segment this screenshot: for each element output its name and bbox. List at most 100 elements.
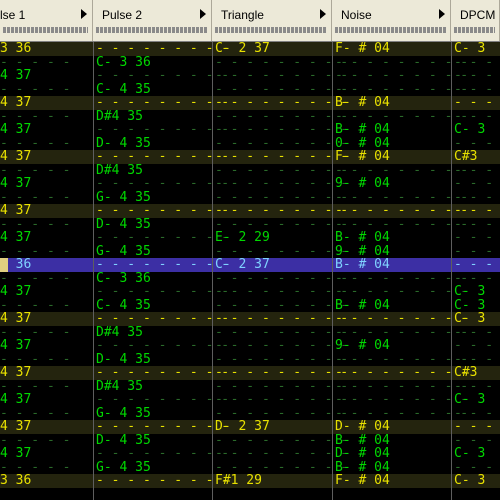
pattern-cell[interactable]: 4 37 <box>0 366 31 380</box>
pattern-row[interactable]: - - - - - G- 4 35 - - - - - - - - -9- # 04… <box>0 244 500 259</box>
pattern-cell[interactable]: - - - - - - - - - <box>335 285 468 299</box>
pattern-cell[interactable]: - - - - - <box>0 298 70 313</box>
pattern-cell[interactable]: - - - - - - - - - <box>215 96 348 110</box>
pattern-cell[interactable]: D#4 35 <box>96 379 143 394</box>
pattern-cell[interactable]: - - - - - - - - - <box>215 460 348 475</box>
pattern-cell[interactable]: - - - - - - - - - <box>215 325 348 340</box>
pattern-cell[interactable]: - - - - - - - - - <box>215 393 348 407</box>
pattern-cell[interactable]: 9- # 04 <box>335 339 390 353</box>
pattern-cell[interactable]: 4 37 <box>0 339 31 353</box>
pattern-cell[interactable]: - - - - - <box>0 244 70 259</box>
expand-arrow-icon[interactable] <box>81 9 87 19</box>
pattern-cell[interactable]: - - - - - <box>0 271 70 286</box>
pattern-cell[interactable]: - - - - <box>454 339 500 353</box>
pattern-row[interactable]: - - - - - D#4 35 - - - - - - - - -- - - - … <box>0 163 500 178</box>
pattern-cell[interactable]: - - - - - - - - - <box>96 204 229 218</box>
pattern-cell[interactable]: G- 4 35 <box>96 406 151 421</box>
pattern-cell[interactable]: C- 2 37 <box>215 42 270 56</box>
pattern-cell[interactable]: - - - - <box>454 258 500 272</box>
pattern-cell[interactable]: C- 3 <box>454 123 485 137</box>
pattern-row[interactable]: 4 37- - - - - - - - -- - - - - - - - -9-… <box>0 339 500 353</box>
pattern-cell[interactable]: - - - - - <box>0 217 70 232</box>
pattern-cell[interactable]: - - - - - - - - - <box>335 366 468 380</box>
pattern-cell[interactable]: D- 4 35 <box>96 352 151 367</box>
pattern-row[interactable]: - - - - - G- 4 35- - - - - - - - -- - - -… <box>0 406 500 421</box>
pattern-cell[interactable]: B- # 04 <box>335 96 390 110</box>
pattern-cell[interactable]: - - - - - - - - - <box>215 150 348 164</box>
pattern-cell[interactable]: D#4 35 <box>96 325 143 340</box>
pattern-cell[interactable]: - - - - - - - - - <box>335 163 468 178</box>
pattern-row[interactable]: 4 37- - - - - - - - -- - - - - - - - - B-… <box>0 123 500 137</box>
expand-arrow-icon[interactable] <box>320 9 326 19</box>
pattern-row[interactable]: 4 37 - - - - - - - - - D- 2 37 D- # 04 - - -… <box>0 420 500 434</box>
pattern-cell[interactable]: - - - - - - - - - <box>215 406 348 421</box>
channel-header-4[interactable]: DPCM <box>451 0 500 41</box>
pattern-row[interactable]: - - - - - D#4 35 - - - - - - - - -- - - - … <box>0 325 500 340</box>
pattern-row[interactable]: 4 37- - - - - - - - -- - - - - - - - -- … <box>0 366 500 380</box>
pattern-cell[interactable]: - - - - - - - - - <box>96 177 229 191</box>
pattern-cell[interactable]: C- 2 37 <box>215 258 270 272</box>
pattern-row[interactable]: 3 36 - - - - - - - - - F#1 29 F- # 04 C- 3 <box>0 474 500 488</box>
pattern-cell[interactable]: 4 37 <box>0 69 31 83</box>
pattern-cell[interactable]: - - - - <box>454 82 500 97</box>
pattern-cell[interactable]: - - - - <box>454 406 500 421</box>
pattern-cell[interactable]: - - - - - - - - - <box>335 379 468 394</box>
pattern-cell[interactable]: - - - - <box>454 190 500 205</box>
pattern-cell[interactable]: 9- # 04 <box>335 244 390 259</box>
pattern-cell[interactable]: - - - - <box>454 96 500 110</box>
channel-header-0[interactable]: lse 1 <box>0 0 93 41</box>
pattern-cell[interactable]: - - - - - - - - - <box>215 123 348 137</box>
pattern-cell[interactable]: - - - - - - - - - <box>215 204 348 218</box>
pattern-cell[interactable]: F#1 29 <box>215 474 262 488</box>
pattern-cell[interactable]: - - - - <box>454 271 500 286</box>
pattern-cell[interactable]: D#4 35 <box>96 163 143 178</box>
pattern-cell[interactable]: - - - - - - - - - <box>335 69 468 83</box>
pattern-cell[interactable]: - - - - - - - - - <box>96 339 229 353</box>
pattern-cell[interactable]: - - - - - <box>0 55 70 70</box>
pattern-cell[interactable]: D- 4 35 <box>96 136 151 151</box>
pattern-cell[interactable]: - - - - <box>454 433 500 448</box>
pattern-cell[interactable]: E- 2 29 <box>215 231 270 245</box>
pattern-cell[interactable]: - - - - - - - - - <box>96 312 229 326</box>
pattern-cell[interactable]: - - - - - - - - - <box>215 312 348 326</box>
pattern-cell[interactable]: 4 37 <box>0 420 31 434</box>
pattern-cell[interactable]: - - - - - - - - - <box>215 379 348 394</box>
pattern-cell[interactable]: - - - - - - - - - <box>215 244 348 259</box>
pattern-cell[interactable]: D- 4 35 <box>96 217 151 232</box>
pattern-cell[interactable]: - - - - - - - - - <box>96 42 229 56</box>
pattern-cell[interactable]: - - - - - - - - - <box>96 285 229 299</box>
pattern-cell[interactable]: 4 37 <box>0 312 31 326</box>
pattern-row[interactable]: - - - - - D- 4 35 - - - - - - - - -0- # 04… <box>0 136 500 151</box>
pattern-cell[interactable]: - - - - - - - - - <box>335 109 468 124</box>
pattern-cell[interactable]: - - - - - - - - - <box>96 420 229 434</box>
pattern-row[interactable]: 4 37 - - - - - - - - - E- 2 29 B- # 04 - - -… <box>0 231 500 245</box>
pattern-cell[interactable]: - - - - - <box>0 163 70 178</box>
pattern-row[interactable]: - - - - - C- 4 35 - - - - - - - - - B- # 04… <box>0 298 500 313</box>
pattern-cell[interactable]: 4 37 <box>0 204 31 218</box>
pattern-cell[interactable]: 4 37 <box>0 231 31 245</box>
pattern-cell[interactable]: C#3 <box>454 366 477 380</box>
pattern-row[interactable]: - - - - - D- 4 35- - - - - - - - -- - - -… <box>0 217 500 232</box>
pattern-row[interactable]: 4 37 - - - - - - - - -- - - - - - - - - - … <box>0 204 500 218</box>
pattern-cell[interactable]: F- # 04 <box>335 474 390 488</box>
pattern-cell[interactable]: - - - - <box>454 420 500 434</box>
pattern-editor[interactable]: 3 36- - - - - - - - - C- 2 37 F- # 04 C- 3-… <box>0 42 500 500</box>
pattern-row[interactable]: 4 37- - - - - - - - -- - - - - - - - - F-… <box>0 150 500 164</box>
pattern-cell[interactable]: - - - - - - - - - <box>96 474 229 488</box>
pattern-cell[interactable]: C- 3 36 <box>96 271 151 286</box>
pattern-cell[interactable]: - - - - - - - - - <box>215 69 348 83</box>
pattern-cell[interactable]: C- 3 <box>454 393 485 407</box>
pattern-cell[interactable]: - - - - <box>454 325 500 340</box>
pattern-row[interactable]: - - - - - C- 3 36- - - - - - - - -- - - -… <box>0 271 500 286</box>
pattern-cell[interactable]: - - - - - - - - - <box>215 177 348 191</box>
pattern-cell[interactable]: - - - - - - - - - <box>215 109 348 124</box>
pattern-row[interactable]: - - - - - C- 4 35- - - - - - - - -- - - -… <box>0 82 500 97</box>
pattern-cell[interactable]: - - - - - - - - - <box>96 393 229 407</box>
pattern-cell[interactable]: - - - - - - - - - <box>96 447 229 461</box>
pattern-cell[interactable]: - - - - - - - - - <box>335 55 468 70</box>
pattern-cell[interactable]: - - - - - - - - - <box>96 69 229 83</box>
pattern-cell[interactable]: - - - - <box>454 204 500 218</box>
pattern-cell[interactable]: B- # 04 <box>335 258 390 272</box>
pattern-cell[interactable]: - - - - <box>454 352 500 367</box>
pattern-cell[interactable]: 4 37 <box>0 447 31 461</box>
